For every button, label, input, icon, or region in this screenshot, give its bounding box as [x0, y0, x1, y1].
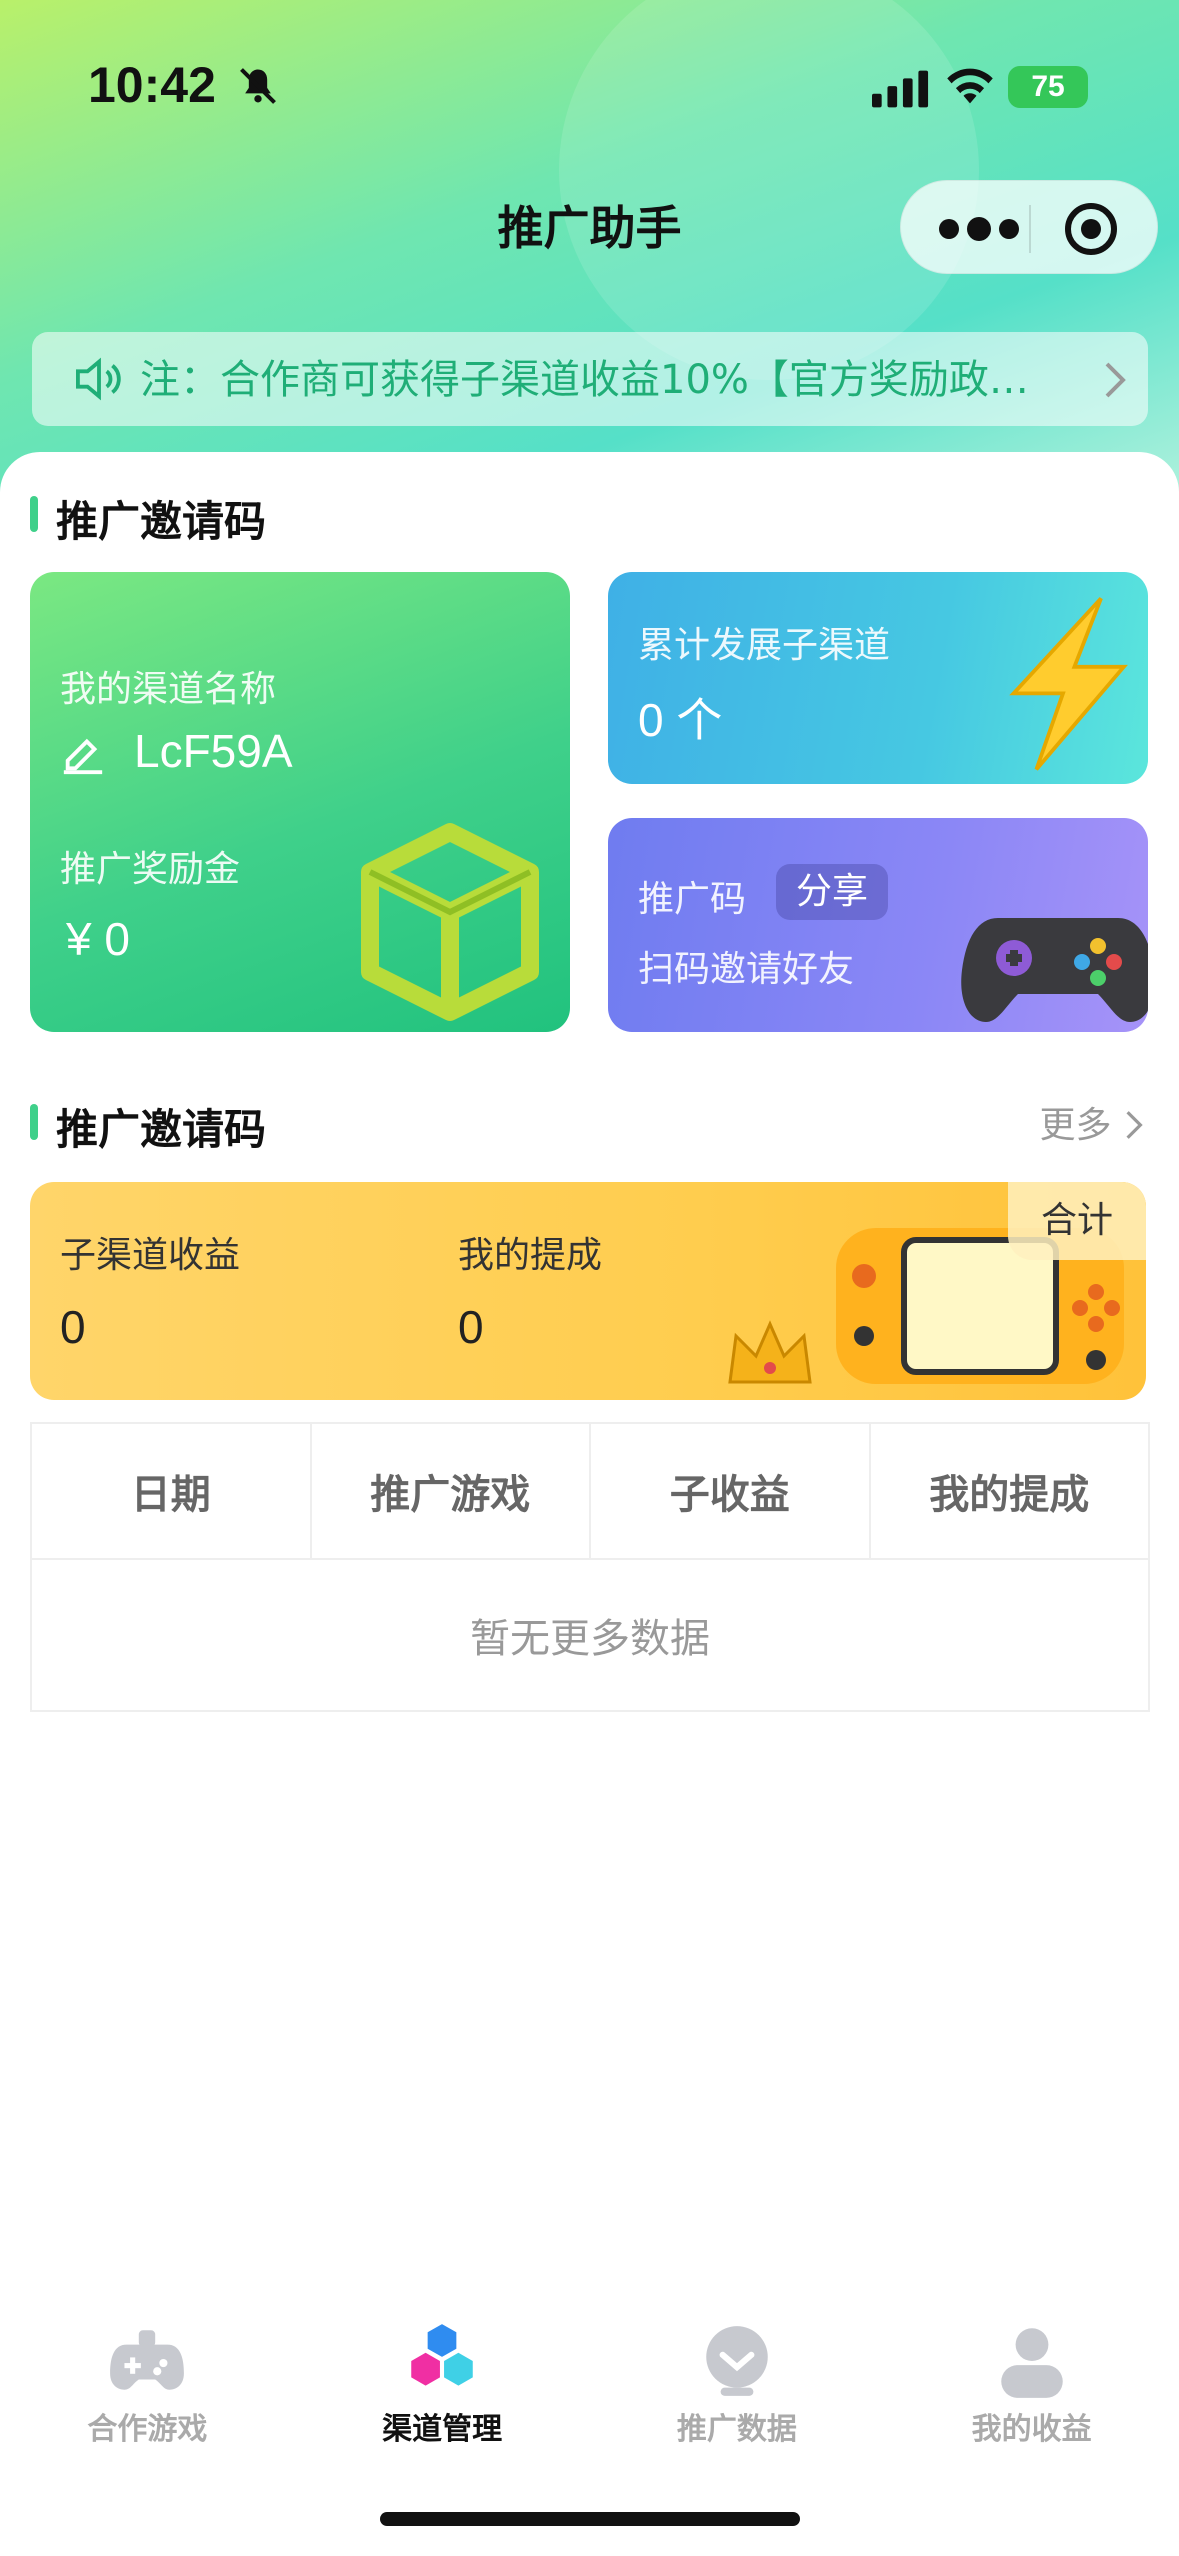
- tab-bar: 合作游戏 渠道管理 推广数据 我的收益: [0, 2300, 1179, 2480]
- tab-label: 我的收益: [971, 2412, 1092, 2447]
- target-icon[interactable]: [1063, 201, 1119, 257]
- chevron-right-icon: [1126, 1111, 1143, 1139]
- total-badge: 合计: [1008, 1182, 1146, 1260]
- bell-slash-icon: [240, 68, 276, 104]
- channel-info-card[interactable]: 我的渠道名称 LcF59A 推广奖励金 ¥ 0: [30, 572, 570, 1032]
- cube-icon: [361, 823, 539, 1021]
- tab-label: 推广数据: [676, 2412, 797, 2447]
- chart-badge-icon: [706, 2326, 768, 2396]
- table-header: 日期 推广游戏 子收益 我的提成: [32, 1424, 1148, 1560]
- wifi-icon: [947, 68, 993, 104]
- tab-my-earnings[interactable]: 我的收益: [884, 2300, 1179, 2480]
- commission-value: 0: [458, 1301, 484, 1353]
- bonus-label: 推广奖励金: [60, 849, 241, 890]
- edit-icon[interactable]: [60, 730, 106, 776]
- battery-charging-icon: 75: [1008, 66, 1088, 108]
- gamepad-icon: [110, 2330, 185, 2390]
- chevron-right-icon: [1105, 362, 1126, 398]
- channel-name-label: 我的渠道名称: [60, 669, 277, 710]
- sub-channel-value: 0 个: [638, 694, 723, 746]
- tab-channel-management[interactable]: 渠道管理: [295, 2300, 590, 2480]
- hexagons-icon: [411, 2324, 473, 2386]
- more-dots-icon[interactable]: [937, 209, 1021, 249]
- sub-income-value: 0: [60, 1301, 86, 1353]
- more-link[interactable]: 更多: [1040, 1096, 1145, 1148]
- signal-icon: [872, 70, 929, 108]
- capsule-divider: [1029, 205, 1031, 253]
- gamepad-icon: [961, 918, 1148, 1022]
- sub-income-label: 子渠道收益: [60, 1235, 241, 1276]
- promo-code-card[interactable]: 推广码 分享 扫码邀请好友: [608, 818, 1148, 1032]
- promo-sub-label: 扫码邀请好友: [638, 949, 855, 990]
- crown-icon: [728, 1320, 812, 1384]
- section-title-invite-code: 推广邀请码: [30, 488, 266, 549]
- more-link-label: 更多: [1039, 1105, 1112, 1146]
- earnings-table: 日期 推广游戏 子收益 我的提成 暂无更多数据: [30, 1422, 1150, 1712]
- sub-channel-label: 累计发展子渠道: [638, 625, 891, 666]
- tab-partner-games[interactable]: 合作游戏: [0, 2300, 295, 2480]
- commission-label: 我的提成: [458, 1235, 603, 1276]
- notice-bar[interactable]: 注：合作商可获得子渠道收益10%【官方奖励政策】: [32, 332, 1148, 426]
- mini-program-capsule: [900, 180, 1158, 274]
- notice-text: 注：合作商可获得子渠道收益10%【官方奖励政策】: [140, 357, 1060, 403]
- table-header-sub-income: 子收益: [591, 1424, 871, 1558]
- lightning-icon: [1009, 597, 1128, 771]
- tab-promo-data[interactable]: 推广数据: [590, 2300, 885, 2480]
- tab-label: 渠道管理: [382, 2412, 503, 2447]
- share-button[interactable]: 分享: [776, 864, 889, 920]
- tab-label: 合作游戏: [87, 2412, 208, 2447]
- bonus-value: ¥ 0: [66, 913, 130, 965]
- table-header-game: 推广游戏: [312, 1424, 591, 1558]
- sub-channel-card[interactable]: 累计发展子渠道 0 个: [608, 572, 1148, 784]
- table-empty-state: 暂无更多数据: [470, 1616, 710, 1662]
- table-header-date: 日期: [32, 1424, 312, 1558]
- speaker-icon: [76, 357, 121, 401]
- table-header-commission: 我的提成: [929, 1472, 1090, 1518]
- status-bar: 10:42 75: [0, 0, 1179, 170]
- home-indicator: [380, 2512, 800, 2526]
- promo-code-label: 推广码: [638, 879, 747, 920]
- channel-name-value: LcF59A: [134, 725, 293, 777]
- status-time: 10:42: [88, 57, 216, 113]
- section-title-earnings: 推广邀请码: [30, 1096, 266, 1157]
- user-icon: [1000, 2328, 1063, 2398]
- earnings-summary-card: 子渠道收益 0 我的提成 0 合计: [30, 1182, 1146, 1400]
